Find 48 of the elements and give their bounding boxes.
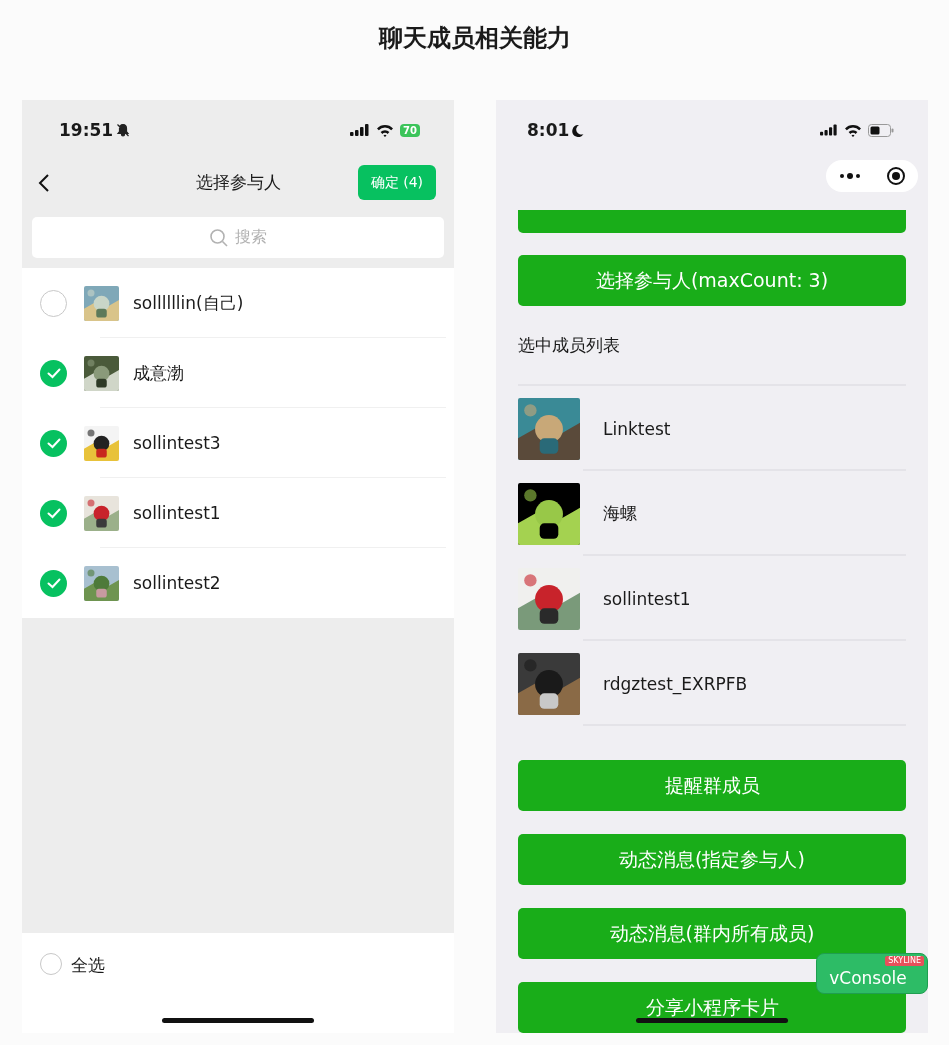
checkbox[interactable] — [40, 569, 67, 597]
member-name: rdgztest_EXRPFB — [603, 673, 748, 694]
status-time: 19:51 — [59, 120, 114, 140]
signal-icon — [820, 124, 838, 136]
member-name: sollintest2 — [133, 573, 221, 593]
member-name: sollintest3 — [133, 433, 221, 453]
action-button[interactable]: 选择参与人(maxCount: 3) — [518, 255, 906, 306]
member-name: 成意渤 — [133, 361, 184, 385]
more-icon[interactable] — [838, 172, 861, 180]
vconsole-button[interactable]: SKYLINE vConsole — [816, 953, 928, 994]
back-icon[interactable] — [38, 172, 50, 193]
checkbox[interactable] — [40, 429, 67, 457]
section-heading: 选中成员列表 — [518, 333, 620, 357]
action-button[interactable]: 提醒群成员 — [518, 760, 906, 811]
moon-icon — [572, 123, 585, 137]
checkbox[interactable] — [40, 953, 62, 975]
select-all-label[interactable]: 全选 — [71, 953, 105, 977]
member-row[interactable]: sollintest1 — [22, 478, 454, 548]
status-time: 8:01 — [527, 120, 570, 140]
search-icon — [209, 227, 229, 248]
check-icon — [46, 367, 61, 379]
member-row[interactable]: sollllllin(自己) — [22, 268, 454, 338]
action-button[interactable]: 动态消息(指定参与人) — [518, 834, 906, 885]
signal-icon — [350, 124, 371, 136]
battery-icon — [868, 123, 894, 137]
ribbon-badge: SKYLINE — [885, 956, 924, 966]
search-field[interactable]: 搜索 — [32, 217, 444, 258]
wifi-icon — [844, 123, 862, 137]
member-row[interactable]: sollintest3 — [22, 408, 454, 478]
checkbox[interactable] — [40, 359, 67, 387]
member-name: 海螺 — [603, 502, 637, 525]
check-icon — [46, 437, 61, 449]
page-heading: 选择参与人 — [195, 172, 281, 192]
muted-bell-icon — [116, 123, 131, 137]
check-icon — [46, 577, 61, 589]
member-name: sollintest1 — [133, 503, 221, 523]
member-name: Linktest — [603, 418, 671, 439]
page-title: 聊天成员相关能力 — [378, 23, 571, 54]
confirm-button[interactable]: 确定 (4) — [357, 165, 436, 200]
member-row[interactable]: 成意渤 — [22, 338, 454, 408]
checkbox[interactable] — [40, 499, 67, 527]
battery-level: 70 — [400, 123, 420, 137]
member-name: sollllllin(自己) — [133, 291, 244, 315]
checkbox[interactable] — [40, 289, 67, 317]
check-icon — [46, 507, 61, 519]
wifi-icon — [376, 123, 395, 137]
member-name: sollintest1 — [603, 588, 691, 609]
member-row[interactable]: sollintest2 — [22, 548, 454, 618]
